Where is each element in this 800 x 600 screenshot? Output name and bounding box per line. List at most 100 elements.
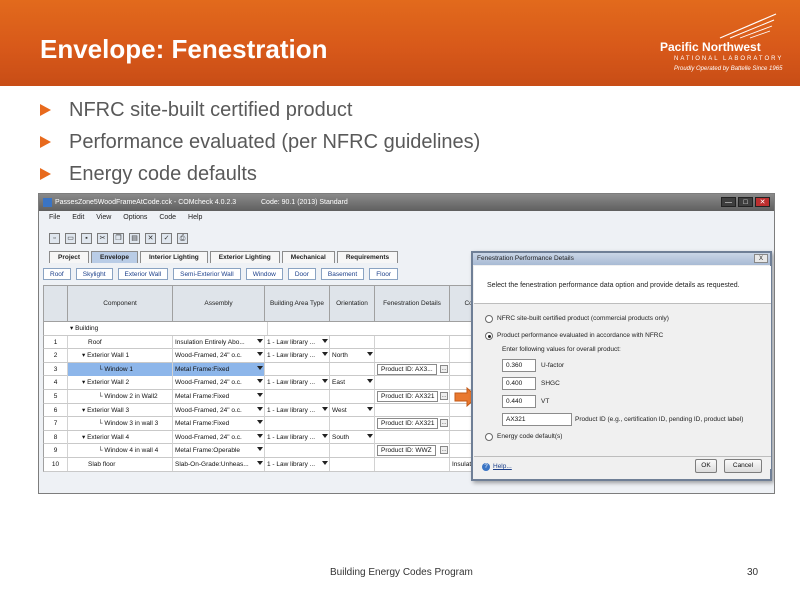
close-button[interactable]: ✕ <box>755 197 770 207</box>
dialog-close-button[interactable]: X <box>754 254 768 263</box>
orientation-cell[interactable]: North <box>330 349 375 363</box>
product-id-button[interactable]: Product ID: AX321 <box>377 390 439 402</box>
shgc-input[interactable]: 0.400 <box>502 377 536 390</box>
assembly-cell[interactable]: Wood-Framed, 24" o.c. <box>173 430 265 444</box>
area-type-cell[interactable] <box>265 444 330 458</box>
fenestration-cell[interactable]: Product ID: AX321… <box>375 417 450 431</box>
dropdown-arrow-icon[interactable] <box>257 365 263 370</box>
assembly-cell[interactable]: Metal Frame:Operable <box>173 444 265 458</box>
dropdown-arrow-icon[interactable] <box>257 338 263 343</box>
fenestration-cell[interactable] <box>375 403 450 417</box>
nfrc-certified-radio[interactable] <box>485 315 493 323</box>
tab-envelope[interactable]: Envelope <box>91 251 138 263</box>
table-row[interactable]: 7 └ Window 3 in wall 3 Metal Frame:Fixed Pr… <box>43 417 505 431</box>
vt-input[interactable]: 0.440 <box>502 395 536 408</box>
menu-help[interactable]: Help <box>188 214 202 221</box>
dropdown-arrow-icon[interactable] <box>257 392 263 397</box>
nfrc-evaluated-label[interactable]: Product performance evaluated in accorda… <box>497 332 663 339</box>
fenestration-cell[interactable] <box>375 335 450 349</box>
fenestration-cell[interactable]: Product ID: AX3...… <box>375 362 450 376</box>
dropdown-arrow-icon[interactable] <box>367 379 373 384</box>
table-row[interactable]: 2 ▾ Exterior Wall 1 Wood-Framed, 24" o.c. 1… <box>43 349 505 363</box>
orientation-cell[interactable]: South <box>330 430 375 444</box>
table-row[interactable]: 10 Slab floor Slab-On-Grade:Unheas... 1 - L… <box>43 457 505 472</box>
dropdown-arrow-icon[interactable] <box>322 352 328 357</box>
help-icon[interactable]: ? <box>482 463 490 471</box>
table-row[interactable]: 6 ▾ Exterior Wall 3 Wood-Framed, 24" o.c. 1… <box>43 403 505 418</box>
exterior-wall-button[interactable]: Exterior Wall <box>117 268 169 280</box>
window-button[interactable]: Window <box>245 268 283 280</box>
assembly-cell[interactable]: Wood-Framed, 24" o.c. <box>173 403 265 417</box>
print-icon[interactable]: ⎙ <box>177 232 188 244</box>
tab-interior-lighting[interactable]: Interior Lighting <box>139 251 208 263</box>
dropdown-arrow-icon[interactable] <box>322 338 328 343</box>
area-type-cell[interactable]: 1 - Law library ... <box>265 376 330 390</box>
dropdown-arrow-icon[interactable] <box>367 406 373 411</box>
tab-project[interactable]: Project <box>49 251 90 263</box>
component-cell[interactable]: └ Window 3 in wall 3 <box>68 417 173 431</box>
dropdown-arrow-icon[interactable] <box>257 420 263 425</box>
dropdown-arrow-icon[interactable] <box>257 406 263 411</box>
dropdown-arrow-icon[interactable] <box>322 406 328 411</box>
door-button[interactable]: Door <box>287 268 316 280</box>
table-group-row[interactable]: ▾ Building <box>43 322 505 336</box>
component-cell[interactable]: Slab floor <box>68 457 173 471</box>
component-cell[interactable]: ▾ Exterior Wall 4 <box>68 430 173 444</box>
orientation-cell[interactable]: East <box>330 376 375 390</box>
orientation-cell[interactable] <box>330 444 375 458</box>
paste-icon[interactable]: ▤ <box>129 232 140 244</box>
open-icon[interactable]: ▭ <box>65 232 76 244</box>
component-cell[interactable]: ▾ Exterior Wall 3 <box>68 403 173 417</box>
table-row[interactable]: 4 ▾ Exterior Wall 2 Wood-Framed, 24" o.c. 1… <box>43 376 505 390</box>
component-cell[interactable]: └ Window 1 <box>68 362 173 376</box>
assembly-cell[interactable]: Metal Frame:Fixed <box>173 389 265 403</box>
dropdown-arrow-icon[interactable] <box>322 433 328 438</box>
product-id-input[interactable]: AX321 <box>502 413 572 426</box>
dropdown-arrow-icon[interactable] <box>322 460 328 465</box>
assembly-cell[interactable]: Insulation Entirely Abo... <box>173 335 265 349</box>
component-cell[interactable]: ▾ Exterior Wall 1 <box>68 349 173 363</box>
dropdown-arrow-icon[interactable] <box>322 379 328 384</box>
dropdown-arrow-icon[interactable] <box>257 352 263 357</box>
more-button[interactable]: … <box>440 391 448 400</box>
dropdown-arrow-icon[interactable] <box>257 379 263 384</box>
orientation-cell[interactable] <box>330 389 375 403</box>
menu-options[interactable]: Options <box>123 214 147 221</box>
roof-button[interactable]: Roof <box>43 268 71 280</box>
fenestration-cell[interactable] <box>375 349 450 363</box>
assembly-cell[interactable]: Metal Frame:Fixed <box>173 362 265 376</box>
assembly-cell[interactable]: Wood-Framed, 24" o.c. <box>173 376 265 390</box>
floor-button[interactable]: Floor <box>369 268 398 280</box>
copy-icon[interactable]: ❐ <box>113 232 124 244</box>
orientation-cell[interactable] <box>330 335 375 349</box>
table-row[interactable]: 9 └ Window 4 in wall 4 Metal Frame:Operabl… <box>43 444 505 458</box>
energy-code-default-radio[interactable] <box>485 433 493 441</box>
component-cell[interactable]: Roof <box>68 335 173 349</box>
more-button[interactable]: … <box>440 364 448 373</box>
fenestration-cell[interactable] <box>375 376 450 390</box>
area-type-cell[interactable] <box>265 417 330 431</box>
dropdown-arrow-icon[interactable] <box>367 352 373 357</box>
dropdown-arrow-icon[interactable] <box>367 433 373 438</box>
new-icon[interactable]: ▫ <box>49 232 60 244</box>
energy-code-default-label[interactable]: Energy code default(s) <box>497 433 562 440</box>
area-type-cell[interactable]: 1 - Law library ... <box>265 457 330 471</box>
help-link[interactable]: Help... <box>493 463 512 470</box>
area-type-cell[interactable]: 1 - Law library ... <box>265 335 330 349</box>
semi-exterior-wall-button[interactable]: Semi-Exterior Wall <box>173 268 241 280</box>
tab-mechanical[interactable]: Mechanical <box>281 251 335 263</box>
table-row[interactable]: 8 ▾ Exterior Wall 4 Wood-Framed, 24" o.c. 1… <box>43 430 505 445</box>
dropdown-arrow-icon[interactable] <box>257 447 263 452</box>
menu-edit[interactable]: Edit <box>72 214 84 221</box>
area-type-cell[interactable]: 1 - Law library ... <box>265 430 330 444</box>
component-cell[interactable]: └ Window 4 in wall 4 <box>68 444 173 458</box>
dropdown-arrow-icon[interactable] <box>257 433 263 438</box>
more-button[interactable]: … <box>440 419 448 428</box>
area-type-cell[interactable] <box>265 389 330 403</box>
area-type-cell[interactable] <box>265 362 330 376</box>
product-id-button[interactable]: Product ID: WWZ <box>377 445 436 457</box>
product-id-button[interactable]: Product ID: AX3... <box>377 363 437 375</box>
product-id-button[interactable]: Product ID: AX321 <box>377 418 439 430</box>
orientation-cell[interactable] <box>330 417 375 431</box>
table-row[interactable]: 5 └ Window 2 in Wall2 Metal Frame:Fixed Pro… <box>43 389 505 404</box>
